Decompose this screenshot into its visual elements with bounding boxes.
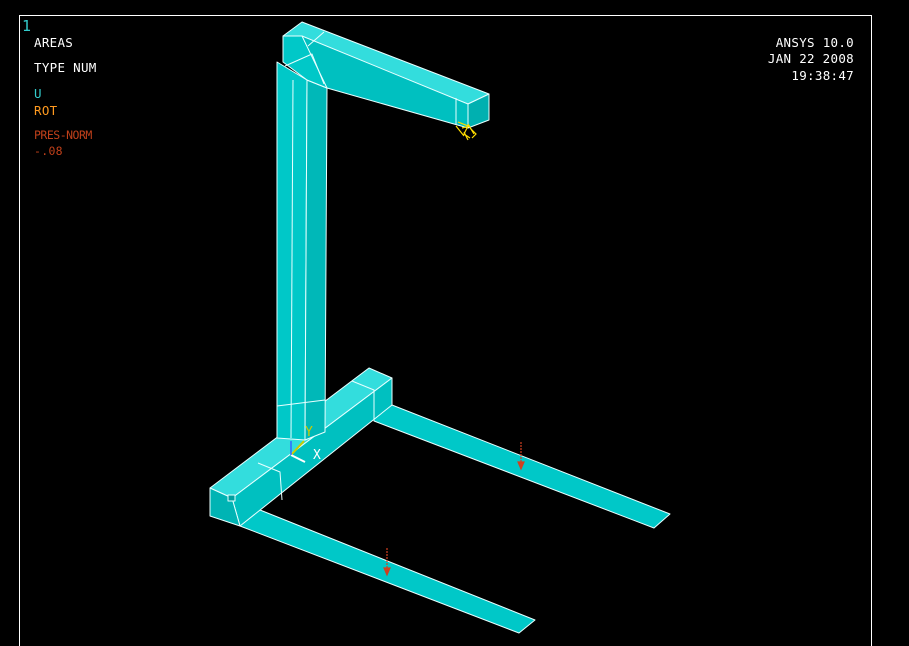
- triad-y-label: Y: [305, 425, 313, 440]
- model-view[interactable]: Y X: [0, 0, 909, 646]
- column-side: [304, 79, 328, 441]
- base-beam-end-hole: [227, 494, 236, 502]
- triad-x-label: X: [313, 448, 321, 463]
- graphics-window[interactable]: 1 AREAS TYPE NUM U ROT PRES-NORM -.08 AN…: [0, 0, 909, 646]
